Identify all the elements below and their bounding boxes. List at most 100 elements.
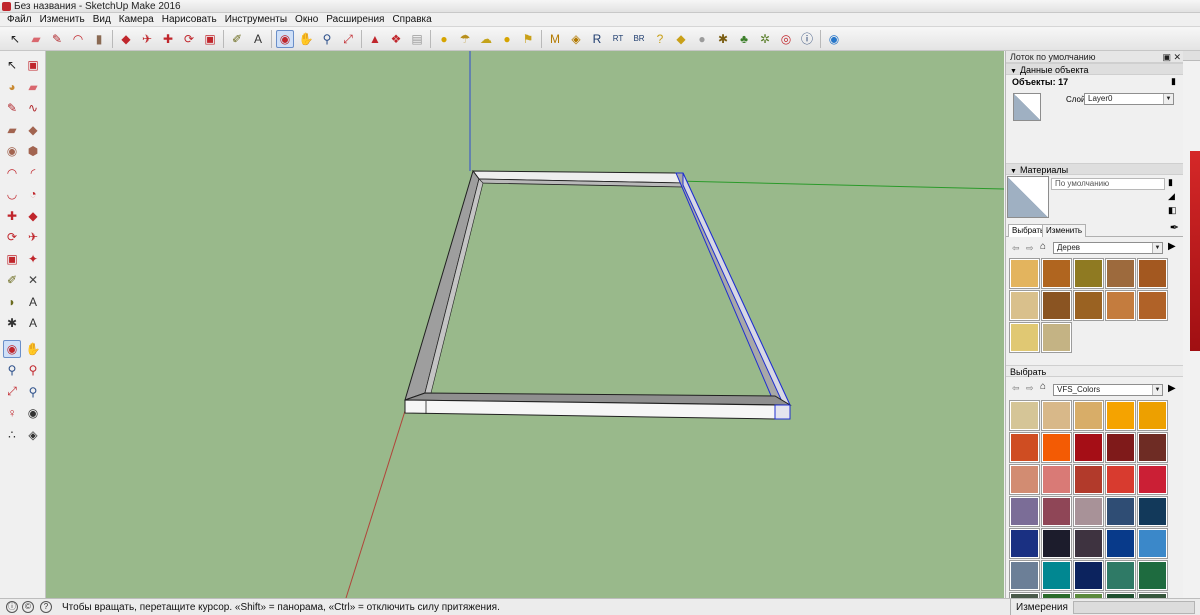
material-swatch[interactable] bbox=[1009, 258, 1040, 289]
material-swatch[interactable] bbox=[1073, 290, 1104, 321]
menu-item-7[interactable]: Расширения bbox=[322, 13, 388, 27]
tray-edge-scroll[interactable] bbox=[1183, 51, 1200, 598]
material-swatch[interactable] bbox=[1105, 432, 1136, 463]
pan-tool[interactable]: ✋ bbox=[297, 30, 315, 48]
material-swatch[interactable] bbox=[1073, 528, 1104, 559]
details-arrow-icon[interactable]: ▶ bbox=[1168, 241, 1176, 252]
material-swatch[interactable] bbox=[1041, 258, 1072, 289]
orbit-tool[interactable]: ◉ bbox=[3, 339, 21, 358]
axes-tool[interactable]: ✱ bbox=[3, 314, 21, 332]
material-swatch[interactable] bbox=[1073, 432, 1104, 463]
menu-item-8[interactable]: Справка bbox=[388, 13, 435, 27]
material-swatch[interactable] bbox=[1073, 464, 1104, 495]
material-swatch[interactable] bbox=[1105, 464, 1136, 495]
credits-icon[interactable]: © bbox=[22, 601, 34, 613]
back-arrow-icon[interactable]: ⇦ bbox=[1012, 242, 1020, 254]
text-tool[interactable]: A bbox=[249, 30, 267, 48]
section-plane-tool[interactable]: ◈ bbox=[24, 426, 42, 444]
pan-tool[interactable]: ✋ bbox=[24, 340, 42, 358]
material-swatch[interactable] bbox=[1041, 432, 1072, 463]
scale-tool[interactable]: ▣ bbox=[3, 250, 21, 268]
material-swatch[interactable] bbox=[1041, 322, 1072, 353]
menu-item-3[interactable]: Камера bbox=[115, 13, 158, 27]
offset-tool[interactable]: ✦ bbox=[24, 250, 42, 268]
forward-arrow-icon[interactable]: ⇨ bbox=[1026, 382, 1034, 394]
eraser-tool[interactable]: ▰ bbox=[24, 78, 42, 96]
look-around-tool[interactable]: ◉ bbox=[24, 404, 42, 422]
material-swatch[interactable] bbox=[1009, 496, 1040, 527]
material-swatch[interactable] bbox=[1137, 258, 1168, 289]
library-select[interactable]: Дерев ▼ bbox=[1053, 242, 1163, 254]
help-badge-button[interactable]: ? bbox=[651, 30, 669, 48]
menu-item-5[interactable]: Инструменты bbox=[221, 13, 291, 27]
material-swatch[interactable] bbox=[1105, 560, 1136, 591]
menu-item-2[interactable]: Вид bbox=[89, 13, 115, 27]
scene-canvas[interactable] bbox=[46, 51, 1004, 598]
home-icon[interactable]: ⌂ bbox=[1040, 241, 1046, 253]
paint-bucket-tool[interactable]: ◕ bbox=[3, 78, 21, 96]
material-swatch[interactable] bbox=[1137, 432, 1168, 463]
material-swatch[interactable] bbox=[1137, 400, 1168, 431]
zoom-tool[interactable]: ⚲ bbox=[318, 30, 336, 48]
material-swatch[interactable] bbox=[1041, 560, 1072, 591]
m-button[interactable]: M bbox=[546, 30, 564, 48]
home-icon[interactable]: ⌂ bbox=[1040, 381, 1046, 393]
material-swatch[interactable] bbox=[1073, 258, 1104, 289]
text-tool[interactable]: A bbox=[24, 293, 42, 311]
select-tool[interactable]: ↖ bbox=[6, 30, 24, 48]
entity-info-header[interactable]: ▼ Данные объекта bbox=[1006, 63, 1183, 75]
cloud-button[interactable]: ☁ bbox=[477, 30, 495, 48]
r-button[interactable]: R bbox=[588, 30, 606, 48]
follow-me-tool[interactable]: ✈ bbox=[138, 30, 156, 48]
info-button[interactable]: ⓘ bbox=[798, 30, 816, 48]
material-swatch[interactable] bbox=[1137, 496, 1168, 527]
geo-location-icon[interactable]: ⓘ bbox=[6, 601, 18, 613]
material-swatch[interactable] bbox=[1105, 400, 1136, 431]
shape-tool[interactable]: ▮ bbox=[90, 30, 108, 48]
menu-item-4[interactable]: Нарисовать bbox=[158, 13, 221, 27]
ball-button[interactable]: ● bbox=[693, 30, 711, 48]
rotated-rectangle-tool[interactable]: ◆ bbox=[24, 121, 42, 139]
polygon-tool[interactable]: ⬢ bbox=[24, 142, 42, 160]
material-swatch[interactable] bbox=[1073, 560, 1104, 591]
tab-edit[interactable]: Изменить bbox=[1042, 224, 1087, 237]
help-icon[interactable]: ? bbox=[40, 601, 52, 613]
br-button[interactable]: BR bbox=[630, 30, 648, 48]
make-component-tool[interactable]: ▣ bbox=[24, 56, 42, 74]
pie-tool[interactable]: ◔ bbox=[24, 185, 42, 203]
details-arrow-icon[interactable]: ▶ bbox=[1168, 383, 1176, 394]
protractor-tool[interactable]: ◗ bbox=[3, 293, 21, 311]
rt-button[interactable]: RT bbox=[609, 30, 627, 48]
back-arrow-icon[interactable]: ⇦ bbox=[1012, 382, 1020, 394]
material-swatch[interactable] bbox=[1105, 496, 1136, 527]
material-swatch[interactable] bbox=[1009, 560, 1040, 591]
tag-button[interactable]: ◈ bbox=[567, 30, 585, 48]
material-name-field[interactable]: По умолчанию bbox=[1051, 178, 1165, 190]
push-pull-tool[interactable]: ◆ bbox=[117, 30, 135, 48]
arc-tool[interactable]: ◠ bbox=[3, 164, 21, 182]
flag-button[interactable]: ⚑ bbox=[519, 30, 537, 48]
move-tool[interactable]: ✚ bbox=[3, 207, 21, 225]
tree-button[interactable]: ♣ bbox=[735, 30, 753, 48]
pin-icon[interactable]: ▣ ✕ bbox=[1162, 51, 1181, 63]
drawing-viewport[interactable] bbox=[46, 51, 1004, 598]
rotate-tool[interactable]: ⟳ bbox=[3, 228, 21, 246]
extensions-button[interactable]: ▤ bbox=[408, 30, 426, 48]
settings-button[interactable]: ◉ bbox=[825, 30, 843, 48]
materials-header[interactable]: ▼ Материалы bbox=[1006, 163, 1183, 175]
tape-measure-tool[interactable]: ✐ bbox=[228, 30, 246, 48]
material-swatch[interactable] bbox=[1041, 400, 1072, 431]
target-button[interactable]: ◎ bbox=[777, 30, 795, 48]
warehouse-button[interactable]: ▲ bbox=[366, 30, 384, 48]
material-swatch[interactable] bbox=[1009, 322, 1040, 353]
menu-item-0[interactable]: Файл bbox=[3, 13, 36, 27]
bug-button[interactable]: ✱ bbox=[714, 30, 732, 48]
rotate-tool[interactable]: ⟳ bbox=[180, 30, 198, 48]
toggle-details-icon[interactable]: ▮ bbox=[1171, 76, 1176, 87]
material-swatch[interactable] bbox=[1105, 290, 1136, 321]
material-swatch[interactable] bbox=[1041, 528, 1072, 559]
position-camera-tool[interactable]: ♀ bbox=[3, 404, 21, 422]
tape-measure-tool[interactable]: ✐ bbox=[3, 271, 21, 289]
material-swatch[interactable] bbox=[1137, 464, 1168, 495]
select-tool[interactable]: ↖ bbox=[3, 56, 21, 74]
